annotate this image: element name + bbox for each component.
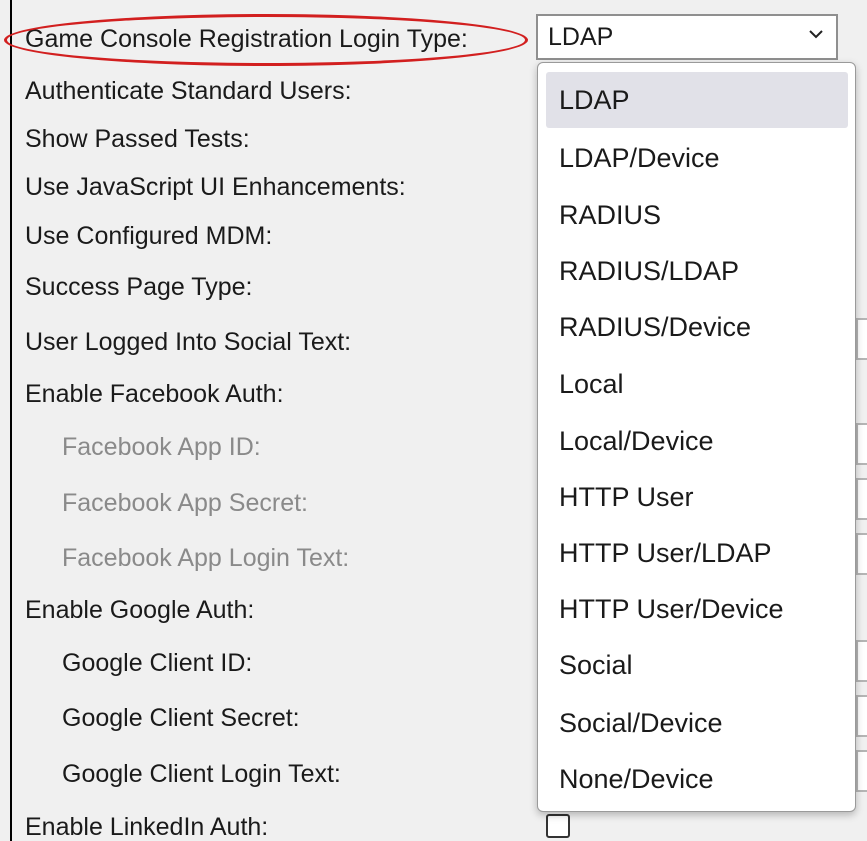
label-success-page-type: Success Page Type: <box>25 273 253 301</box>
login-type-select-value: LDAP <box>548 23 614 51</box>
option-none-device[interactable]: None/Device <box>546 751 848 807</box>
option-radius-device[interactable]: RADIUS/Device <box>546 299 848 355</box>
option-social-device[interactable]: Social/Device <box>546 695 848 751</box>
label-facebook-app-login-text: Facebook App Login Text: <box>62 544 350 572</box>
label-enable-facebook-auth: Enable Facebook Auth: <box>25 380 284 408</box>
label-facebook-app-id: Facebook App ID: <box>62 433 261 461</box>
option-ldap-device[interactable]: LDAP/Device <box>546 130 848 186</box>
label-authenticate-standard-users: Authenticate Standard Users: <box>25 77 352 105</box>
chevron-down-icon <box>809 30 823 39</box>
login-type-dropdown: LDAP LDAP/Device RADIUS RADIUS/LDAP RADI… <box>537 62 856 812</box>
label-facebook-app-secret: Facebook App Secret: <box>62 489 308 517</box>
facebook-app-id-input[interactable] <box>856 423 867 465</box>
facebook-app-secret-input[interactable] <box>856 478 867 520</box>
label-use-javascript-ui: Use JavaScript UI Enhancements: <box>25 173 406 201</box>
label-enable-google-auth: Enable Google Auth: <box>25 596 255 624</box>
label-google-client-id: Google Client ID: <box>62 649 253 677</box>
option-local-device[interactable]: Local/Device <box>546 413 848 469</box>
option-radius[interactable]: RADIUS <box>546 187 848 243</box>
option-http-user-device[interactable]: HTTP User/Device <box>546 581 848 637</box>
annotation-highlight <box>4 14 528 66</box>
facebook-app-login-text-input[interactable] <box>856 533 867 575</box>
enable-linkedin-auth-checkbox[interactable] <box>546 814 570 838</box>
google-client-id-input[interactable] <box>856 640 867 682</box>
label-enable-linkedin-auth: Enable LinkedIn Auth: <box>25 813 269 841</box>
option-radius-ldap[interactable]: RADIUS/LDAP <box>546 243 848 299</box>
label-show-passed-tests: Show Passed Tests: <box>25 125 250 153</box>
option-ldap[interactable]: LDAP <box>546 72 848 128</box>
login-type-select[interactable]: LDAP <box>536 14 838 60</box>
option-http-user[interactable]: HTTP User <box>546 469 848 525</box>
google-client-secret-input[interactable] <box>856 695 867 737</box>
social-text-input[interactable] <box>856 318 867 360</box>
label-google-client-login-text: Google Client Login Text: <box>62 760 341 788</box>
label-use-configured-mdm: Use Configured MDM: <box>25 222 273 250</box>
option-http-user-ldap[interactable]: HTTP User/LDAP <box>546 525 848 581</box>
option-social[interactable]: Social <box>546 637 848 693</box>
option-local[interactable]: Local <box>546 356 848 412</box>
form-left-border <box>10 0 12 841</box>
label-google-client-secret: Google Client Secret: <box>62 704 300 732</box>
google-client-login-text-input[interactable] <box>856 750 867 792</box>
label-user-logged-into-social-text: User Logged Into Social Text: <box>25 328 352 356</box>
